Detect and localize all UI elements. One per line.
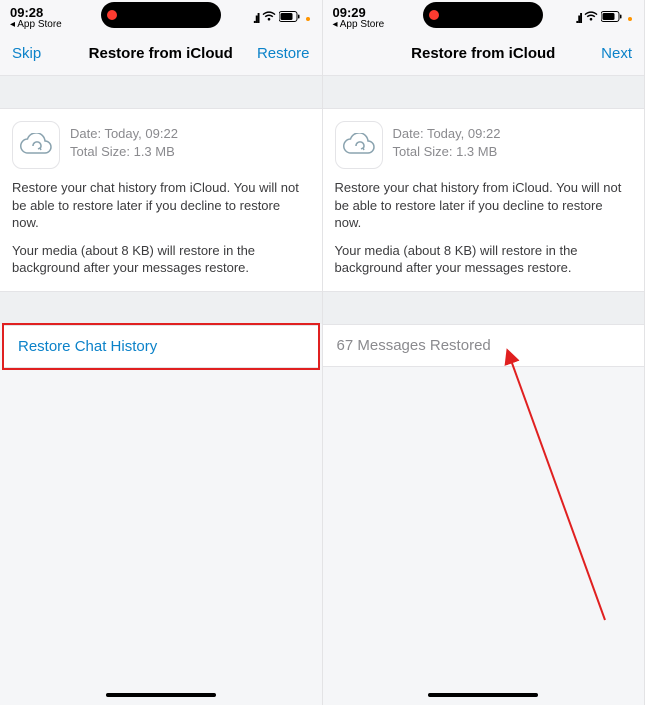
backup-date: Date: Today, 09:22 <box>70 125 178 143</box>
backup-info-card: Date: Today, 09:22 Total Size: 1.3 MB Re… <box>0 108 322 292</box>
battery-icon <box>601 9 623 27</box>
annotation-highlight: Restore Chat History <box>2 323 320 370</box>
status-time: 09:29 <box>333 6 385 19</box>
phone-right: 09:29 ◂ App Store .ıl Restore from iClou… <box>323 0 645 705</box>
mic-indicator-icon <box>306 17 310 21</box>
cloud-icon <box>335 121 383 169</box>
battery-icon <box>279 9 301 27</box>
skip-button[interactable]: Skip <box>12 45 68 62</box>
info-paragraph-1: Restore your chat history from iCloud. Y… <box>335 179 633 232</box>
mic-indicator-icon <box>628 17 632 21</box>
backup-size: Total Size: 1.3 MB <box>70 143 178 161</box>
backup-info-card: Date: Today, 09:22 Total Size: 1.3 MB Re… <box>323 108 645 292</box>
section-spacer <box>323 292 645 324</box>
nav-bar: Restore from iCloud Next <box>323 32 645 76</box>
status-icons: .ıl <box>575 9 632 27</box>
wifi-icon <box>584 9 598 27</box>
messages-restored-status: 67 Messages Restored <box>323 324 645 367</box>
phone-left: 09:28 ◂ App Store .ıl Skip Restore from … <box>0 0 323 705</box>
restore-chat-history-button[interactable]: Restore Chat History <box>4 325 318 368</box>
dynamic-island <box>101 2 221 28</box>
cellular-icon: .ıl <box>575 10 581 26</box>
recording-indicator-icon <box>429 10 439 20</box>
cloud-icon <box>12 121 60 169</box>
nav-title: Restore from iCloud <box>391 45 577 62</box>
restore-button[interactable]: Restore <box>254 45 310 62</box>
backup-date: Date: Today, 09:22 <box>393 125 501 143</box>
status-time: 09:28 <box>10 6 62 19</box>
section-spacer <box>0 76 322 108</box>
info-paragraph-2: Your media (about 8 KB) will restore in … <box>335 242 633 277</box>
cellular-icon: .ıl <box>253 10 259 26</box>
status-icons: .ıl <box>253 9 310 27</box>
section-spacer <box>323 76 645 108</box>
back-to-appstore[interactable]: ◂ App Store <box>10 20 62 30</box>
dynamic-island <box>423 2 543 28</box>
backup-size: Total Size: 1.3 MB <box>393 143 501 161</box>
wifi-icon <box>262 9 276 27</box>
section-spacer <box>0 292 322 324</box>
recording-indicator-icon <box>107 10 117 20</box>
nav-bar: Skip Restore from iCloud Restore <box>0 32 322 76</box>
home-indicator[interactable] <box>428 693 538 697</box>
info-paragraph-2: Your media (about 8 KB) will restore in … <box>12 242 310 277</box>
next-button[interactable]: Next <box>576 45 632 62</box>
status-bar: 09:29 ◂ App Store .ıl <box>323 0 645 32</box>
status-bar: 09:28 ◂ App Store .ıl <box>0 0 322 32</box>
back-to-appstore[interactable]: ◂ App Store <box>333 20 385 30</box>
info-paragraph-1: Restore your chat history from iCloud. Y… <box>12 179 310 232</box>
nav-title: Restore from iCloud <box>68 45 254 62</box>
home-indicator[interactable] <box>106 693 216 697</box>
